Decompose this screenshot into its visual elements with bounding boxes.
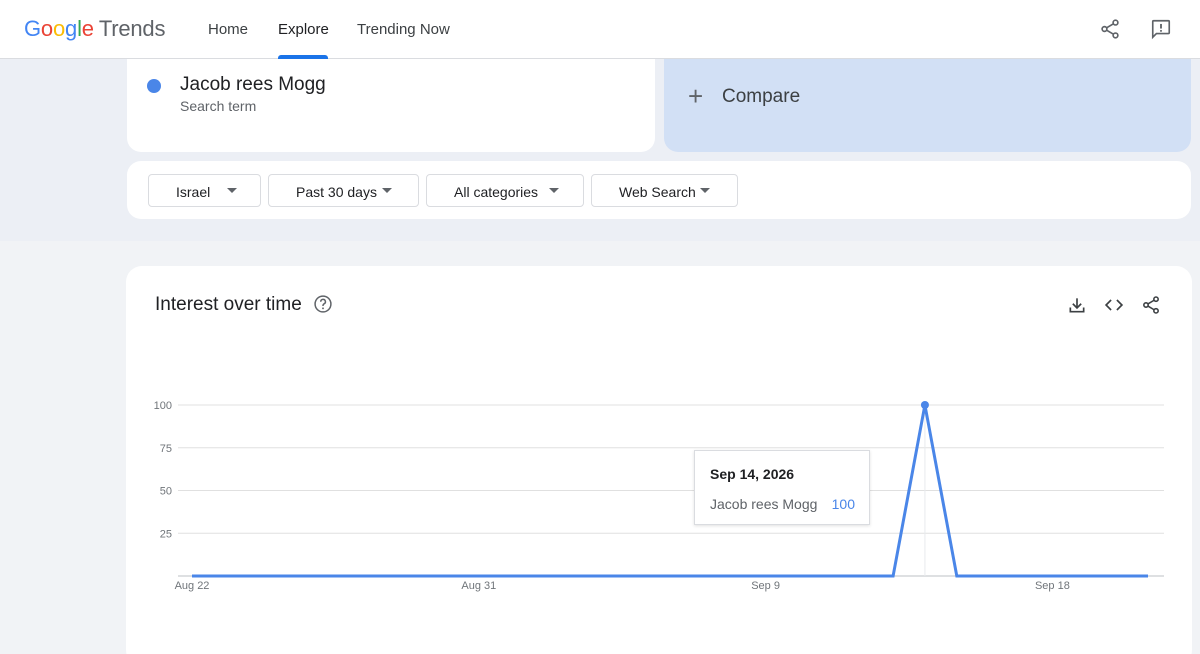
y-tick-label: 100: [154, 400, 172, 412]
tooltip-term: Jacob rees Mogg: [710, 496, 818, 512]
category-value: All categories: [454, 184, 539, 200]
interest-line-chart[interactable]: 100 75 50 25 Aug 22 Aug 31 Sep 9 Sep 18: [126, 266, 1192, 654]
caret-down-icon: [382, 188, 392, 193]
x-tick-label: Aug 31: [461, 580, 496, 592]
filter-bar: Israel Past 30 days All categories Web S…: [127, 161, 1191, 219]
time-range-dropdown[interactable]: Past 30 days: [268, 174, 419, 207]
nav-explore[interactable]: Explore: [278, 0, 329, 59]
y-tick-label: 50: [160, 486, 172, 498]
x-tick-label: Sep 9: [751, 580, 780, 592]
logo-letter: G: [24, 16, 41, 41]
top-header: Google Trends Home Explore Trending Now: [0, 0, 1200, 59]
search-type-dropdown[interactable]: Web Search: [591, 174, 738, 207]
caret-down-icon: [549, 188, 559, 193]
data-point: [920, 401, 929, 409]
logo-letter: g: [65, 16, 78, 41]
search-type-value: Web Search: [619, 184, 696, 200]
series-color-dot: [147, 79, 161, 93]
caret-down-icon: [227, 188, 237, 193]
y-tick-label: 25: [160, 528, 172, 540]
feedback-icon[interactable]: [1150, 18, 1172, 40]
region-dropdown[interactable]: Israel: [148, 174, 261, 207]
caret-down-icon: [700, 188, 710, 193]
share-icon[interactable]: [1099, 18, 1121, 40]
y-tick-label: 75: [160, 443, 172, 455]
plus-icon: +: [688, 81, 704, 111]
x-tick-label: Aug 22: [175, 580, 210, 592]
google-trends-logo[interactable]: Google Trends: [24, 16, 165, 42]
region-value: Israel: [176, 184, 211, 200]
nav-home[interactable]: Home: [208, 0, 248, 59]
compare-button[interactable]: + Compare: [664, 59, 1191, 152]
time-range-value: Past 30 days: [296, 184, 377, 200]
search-term-name[interactable]: Jacob rees Mogg: [180, 74, 326, 96]
logo-letter: o: [52, 16, 66, 41]
logo-letter: e: [81, 16, 94, 41]
category-dropdown[interactable]: All categories: [426, 174, 584, 207]
logo-letter: o: [40, 16, 53, 41]
nav-trending-now[interactable]: Trending Now: [357, 0, 450, 59]
search-term-card[interactable]: Jacob rees Mogg Search term: [127, 59, 655, 152]
logo-product-name: Trends: [98, 16, 166, 41]
chart-tooltip: Sep 14, 2026 Jacob rees Mogg 100: [694, 450, 870, 525]
compare-label: Compare: [722, 86, 801, 107]
interest-over-time-card: Interest over time 100 75 50 25 Aug 22 Aug 31…: [126, 266, 1192, 654]
tooltip-value: 100: [831, 496, 855, 512]
x-tick-label: Sep 18: [1035, 580, 1070, 592]
search-term-type: Search term: [180, 98, 257, 114]
tooltip-date: Sep 14, 2026: [710, 466, 795, 482]
